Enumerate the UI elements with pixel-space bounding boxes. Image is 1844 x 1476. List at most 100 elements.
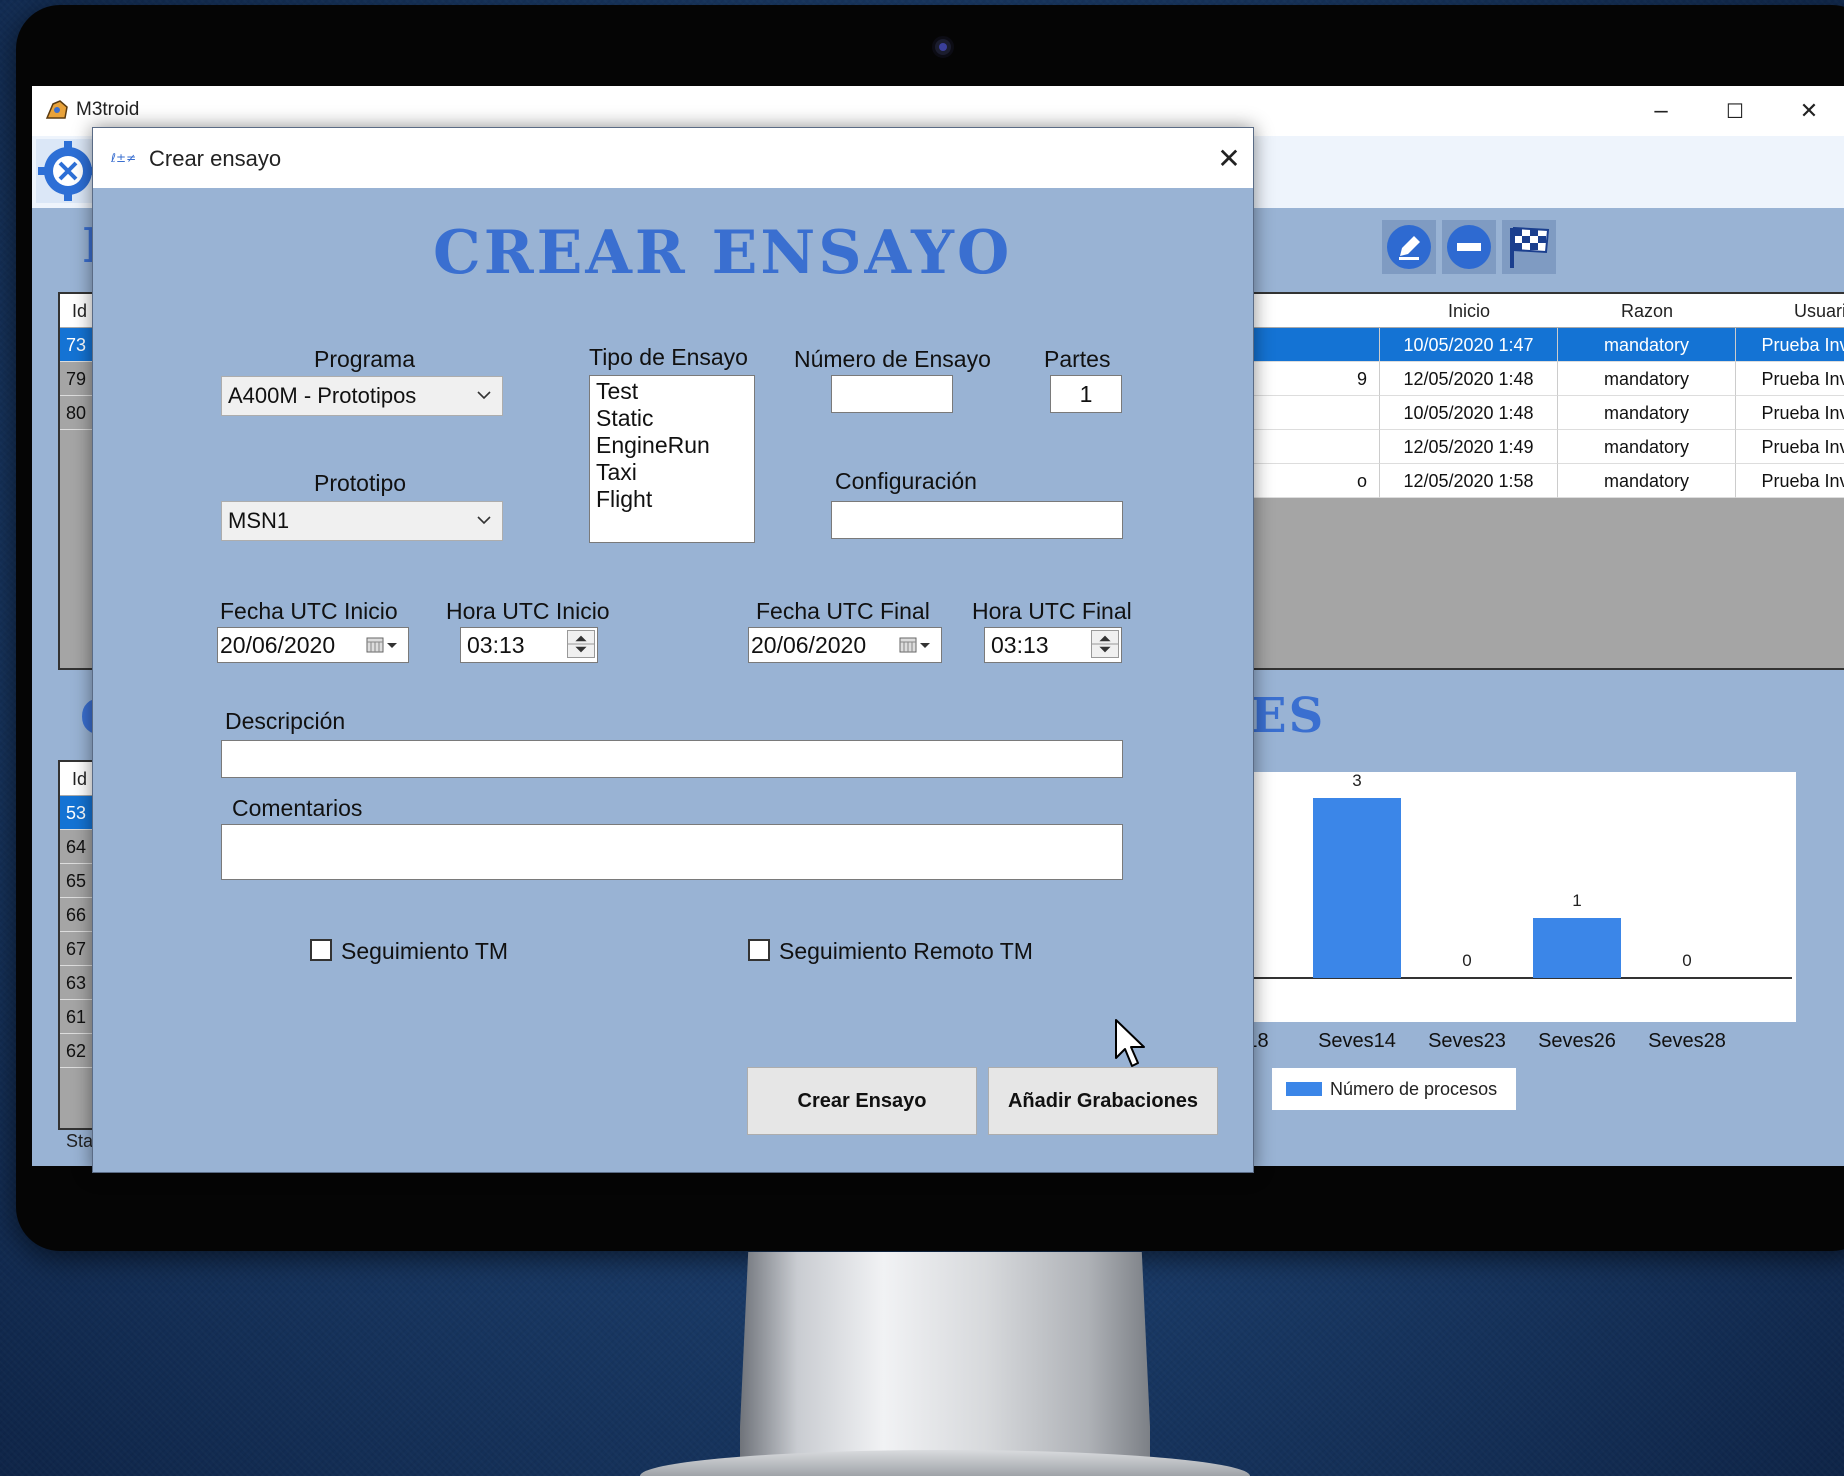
crear-ensayo-dialog: ℓ±≠ Crear ensayo ✕ CREAR ENSAYO Programa… [92,127,1254,1173]
prototipo-label: Prototipo [314,470,407,496]
table-cell-id[interactable]: 64 [60,830,96,864]
seguimiento-tm-label: Seguimiento TM [341,938,509,964]
column-header-id-bottom: Id [60,762,96,796]
anadir-grabaciones-button[interactable]: Añadir Grabaciones [988,1067,1218,1135]
status-label: Sta [66,1131,94,1151]
table-cell-inicio: 12/05/2020 1:58 [1380,464,1558,498]
table-cell-id[interactable]: 80 [60,396,96,430]
table-cell-inicio: 12/05/2020 1:48 [1380,362,1558,396]
table-cell-usuario: Prueba Invitado [1736,362,1844,396]
minus-circle-icon[interactable] [1442,220,1496,274]
bar-value-label: 0 [1462,951,1471,970]
dialog-app-icon: ℓ±≠ [111,151,136,165]
partes-input[interactable]: 1 [1050,375,1122,413]
spin-updown-icon[interactable] [1091,630,1119,658]
table-cell-id[interactable]: 65 [60,864,96,898]
bar-Seves14[interactable] [1313,798,1401,978]
legend-swatch [1286,1082,1322,1096]
table-cell-razon: mandatory [1558,396,1736,430]
minimize-button[interactable]: – [1624,86,1698,136]
partes-label: Partes [1044,346,1111,372]
processes-chart: 03010 [1212,771,1796,1022]
fecha-inicio-label: Fecha UTC Inicio [220,598,398,624]
programa-value: A400M - Prototipos [228,383,417,408]
table-row[interactable]: 912/05/2020 1:48mandatoryPrueba Invitado [1214,362,1844,396]
descripcion-input[interactable] [221,740,1123,778]
table-cell-id[interactable]: 66 [60,898,96,932]
tipo-ensayo-option[interactable]: Flight [596,486,748,513]
maximize-button[interactable]: ☐ [1698,86,1772,136]
close-button[interactable]: ✕ [1772,86,1844,136]
seguimiento-remoto-checkbox[interactable] [748,939,770,961]
m3troid-app-icon [45,100,68,119]
monitor-stand [740,1252,1150,1476]
background-chart-title-fragment: ES [1250,688,1326,744]
bar-value-label: 0 [1682,951,1691,970]
column-header-usuario: Usuario [1793,301,1844,321]
table-row[interactable]: 10/05/2020 1:47mandatoryPrueba Invitado [1214,328,1844,362]
table-row[interactable]: 10/05/2020 1:48mandatoryPrueba Invitado [1214,396,1844,430]
hora-inicio-spinner[interactable]: 03:13 [460,627,598,663]
tipo-ensayo-label: Tipo de Ensayo [589,344,748,370]
table-cell-id[interactable]: 79 [60,362,96,396]
crear-ensayo-button[interactable]: Crear Ensayo [747,1067,977,1135]
configuracion-input[interactable] [831,501,1123,539]
main-window-title: M3troid [76,99,140,120]
table-cell-id[interactable]: 53 [60,796,96,830]
bar-Seves26[interactable] [1533,918,1621,978]
table-cell-razon: mandatory [1558,328,1736,362]
edit-icon[interactable] [1382,220,1436,274]
fecha-inicio-picker[interactable]: 20/06/2020 [217,627,409,663]
fecha-final-picker[interactable]: 20/06/2020 [748,627,942,663]
dialog-title: Crear ensayo [149,146,282,171]
chevron-down-icon [477,391,491,400]
hora-final-spinner[interactable]: 03:13 [984,627,1122,663]
tipo-ensayo-option[interactable]: EngineRun [596,432,748,459]
dialog-titlebar: ℓ±≠ Crear ensayo ✕ [93,128,1253,188]
table-cell-id[interactable]: 61 [60,1000,96,1034]
comentarios-label: Comentarios [232,795,363,821]
comentarios-input[interactable] [221,824,1123,880]
descripcion-label: Descripción [225,708,346,734]
table-cell-id[interactable]: 62 [60,1034,96,1068]
tipo-ensayo-listbox[interactable]: Test Static EngineRun Taxi Flight [589,375,755,543]
table-cell-id[interactable]: 63 [60,966,96,1000]
dialog-close-button[interactable]: ✕ [1209,138,1249,178]
chevron-down-icon [477,516,491,525]
tipo-ensayo-option[interactable]: Static [596,405,748,432]
seguimiento-tm-checkbox[interactable] [310,939,332,961]
seguimiento-remoto-label: Seguimiento Remoto TM [779,938,1033,964]
numero-ensayo-input[interactable] [831,375,953,413]
table-cell-id[interactable]: 73 [60,328,96,362]
monitor-base [640,1450,1250,1476]
hora-inicio-label: Hora UTC Inicio [446,598,610,624]
tipo-ensayo-option[interactable]: Test [596,378,748,405]
checkered-flag-icon[interactable] [1502,220,1556,274]
category-label: Seves23 [1428,1030,1506,1052]
tipo-ensayo-option[interactable]: Taxi [596,459,748,486]
numero-ensayo-label: Número de Ensayo [794,346,991,372]
calendar-dropdown-icon [899,637,930,653]
column-header-id: Id [60,294,96,328]
table-row[interactable]: 12/05/2020 1:49mandatoryPrueba Invitado [1214,430,1844,464]
tests-id-list: 73 79 80 [60,328,96,430]
table-cell-razon: mandatory [1558,430,1736,464]
hora-inicio-value: 03:13 [467,632,525,658]
fecha-inicio-value: 20/06/2020 [220,632,336,658]
prototipo-select[interactable]: MSN1 [221,501,503,541]
category-label: Seves26 [1538,1030,1616,1052]
hora-final-value: 03:13 [991,632,1049,658]
tests-grid-header: Inicio Razon Usuario [1214,294,1844,328]
table-row[interactable]: o12/05/2020 1:58mandatoryPrueba Invitado [1214,464,1844,498]
programa-select[interactable]: A400M - Prototipos [221,376,503,416]
table-cell-id[interactable]: 67 [60,932,96,966]
gear-wrench-icon[interactable] [36,139,100,203]
category-label: Seves28 [1648,1030,1726,1052]
mouse-cursor-icon [1115,1019,1145,1067]
category-label: Seves14 [1318,1030,1396,1052]
spin-updown-icon[interactable] [567,630,595,658]
table-cell-razon: mandatory [1558,464,1736,498]
column-header-inicio: Inicio [1447,301,1491,321]
bar-value-label: 3 [1352,772,1361,790]
prototipo-value: MSN1 [228,508,290,533]
